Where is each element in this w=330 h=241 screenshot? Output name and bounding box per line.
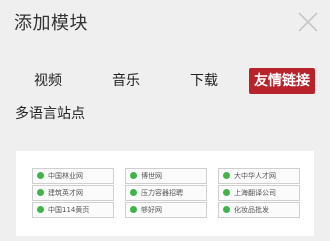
- link-icon: [223, 206, 230, 213]
- preview-link: 大中华人才网: [218, 168, 300, 184]
- link-icon: [223, 189, 230, 196]
- preview-link: 上海翻译公司: [218, 185, 300, 201]
- preview-link-label: 够好网: [141, 206, 162, 214]
- close-icon[interactable]: [297, 11, 319, 33]
- friend-links-preview: 中国林业网 博世网 大中华人才网 建筑英才网 压力容器招聘 上海翻译公司 中国1…: [16, 151, 314, 236]
- tab-multilingual-site[interactable]: 多语言站点: [15, 103, 85, 123]
- preview-link: 中国林业网: [32, 168, 114, 184]
- preview-link: 化妆品批发: [218, 202, 300, 218]
- preview-link-label: 上海翻译公司: [234, 189, 276, 197]
- preview-link-label: 博世网: [141, 172, 162, 180]
- preview-link-label: 中国林业网: [48, 172, 83, 180]
- link-icon: [223, 172, 230, 179]
- preview-link: 建筑英才网: [32, 185, 114, 201]
- preview-link-label: 中国114黄页: [48, 206, 90, 214]
- link-icon: [130, 189, 137, 196]
- preview-link: 中国114黄页: [32, 202, 114, 218]
- preview-link-label: 建筑英才网: [48, 189, 83, 197]
- preview-link: 博世网: [125, 168, 207, 184]
- tab-video[interactable]: 视频: [22, 68, 74, 94]
- preview-link: 压力容器招聘: [125, 185, 207, 201]
- page-title: 添加模块: [14, 13, 88, 34]
- link-icon: [37, 206, 44, 213]
- module-tabs: 视频 音乐 下载 友情链接: [0, 68, 330, 96]
- link-icon: [37, 172, 44, 179]
- tab-friend-links[interactable]: 友情链接: [249, 68, 315, 94]
- preview-link-label: 大中华人才网: [234, 172, 276, 180]
- link-icon: [130, 206, 137, 213]
- preview-link: 够好网: [125, 202, 207, 218]
- preview-link-label: 化妆品批发: [234, 206, 269, 214]
- tab-music[interactable]: 音乐: [100, 68, 152, 94]
- tab-download[interactable]: 下载: [178, 68, 230, 94]
- link-icon: [130, 172, 137, 179]
- link-icon: [37, 189, 44, 196]
- preview-link-label: 压力容器招聘: [141, 189, 183, 197]
